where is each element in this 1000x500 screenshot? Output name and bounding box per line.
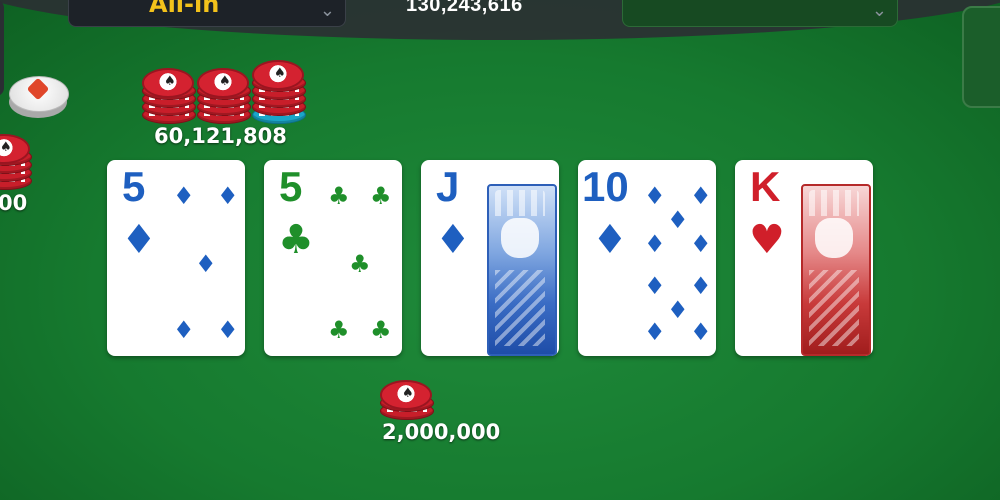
- board-card: 5 ♦ ♦ ♦ ♦ ♦ ♦: [107, 160, 245, 356]
- poker-chip-icon: [252, 58, 306, 124]
- right-dropdown[interactable]: ⌄: [622, 0, 898, 27]
- diamond-pip-icon: ♦: [173, 182, 195, 210]
- action-dropdown-label: All-in: [149, 0, 220, 18]
- king-face-art: [801, 184, 871, 356]
- poker-chip-icon: [0, 132, 32, 190]
- diamond-pip-icon: ♦: [690, 182, 712, 210]
- left-player-bet-amount: 00: [0, 191, 28, 215]
- club-pip-icon: ♣: [328, 182, 350, 210]
- chevron-down-icon[interactable]: ⌄: [320, 0, 335, 21]
- jack-face-art: [487, 184, 557, 356]
- poker-chip-icon: [380, 376, 434, 420]
- club-pip-icon: ♣: [328, 316, 350, 344]
- club-pip-icon: ♣: [370, 182, 392, 210]
- card-suit: ♦: [435, 217, 471, 263]
- diamond-pip-icon: ♦: [173, 316, 195, 344]
- card-rank: 10: [582, 163, 629, 210]
- diamond-pip-icon: ♦: [690, 272, 712, 300]
- club-pip-icon: ♣: [370, 316, 392, 344]
- club-pip-icon: ♣: [349, 250, 371, 278]
- board-card: J ♦: [421, 160, 559, 356]
- dealer-button-icon: [9, 76, 69, 118]
- diamond-pip-icon: ♦: [667, 206, 689, 234]
- diamond-pip-icon: ♦: [644, 272, 666, 300]
- left-seat-edge: [0, 0, 4, 96]
- poker-chip-icon: [142, 66, 196, 124]
- diamond-pip-icon: ♦: [195, 250, 217, 278]
- card-rank: 5: [279, 163, 303, 210]
- bottom-bet-amount: 2,000,000: [382, 420, 501, 444]
- card-suit: ♦: [592, 217, 628, 263]
- total-pot: 130,243,616: [406, 0, 523, 16]
- right-seat-panel[interactable]: [962, 6, 1000, 108]
- diamond-pip-icon: ♦: [644, 318, 666, 346]
- diamond-pip-icon: ♦: [217, 182, 239, 210]
- card-rank: J: [436, 163, 460, 210]
- diamond-pip-icon: ♦: [690, 230, 712, 258]
- card-suit: ♣: [278, 217, 314, 263]
- diamond-pip-icon: ♦: [217, 316, 239, 344]
- card-suit: ♦: [121, 217, 157, 263]
- chevron-down-icon[interactable]: ⌄: [872, 0, 887, 21]
- diamond-pip-icon: ♦: [644, 182, 666, 210]
- diamond-pip-icon: ♦: [667, 296, 689, 324]
- poker-chip-icon: [197, 66, 251, 124]
- card-suit: ♥: [749, 217, 785, 263]
- board-card: 10 ♦ ♦ ♦ ♦ ♦ ♦ ♦ ♦ ♦ ♦ ♦: [578, 160, 716, 356]
- action-dropdown[interactable]: All-in ⌄: [68, 0, 346, 27]
- card-rank: 5: [122, 163, 146, 210]
- diamond-pip-icon: ♦: [644, 230, 666, 258]
- card-rank: K: [750, 163, 781, 210]
- board-card: K ♥: [735, 160, 873, 356]
- pot-amount: 60,121,808: [154, 124, 287, 148]
- board-card: 5 ♣ ♣ ♣ ♣ ♣ ♣: [264, 160, 402, 356]
- diamond-pip-icon: ♦: [690, 318, 712, 346]
